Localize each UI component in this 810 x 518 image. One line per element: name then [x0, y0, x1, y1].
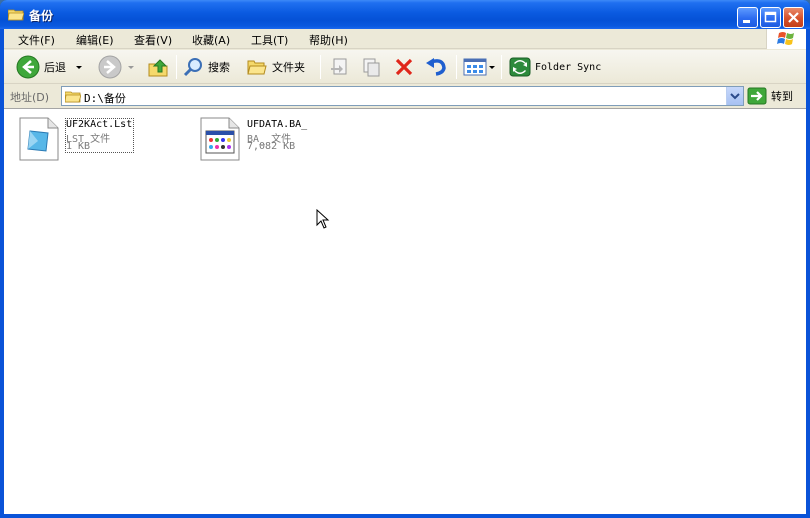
menu-edit[interactable]: 编辑(E): [76, 32, 114, 48]
folders-icon: [247, 60, 267, 75]
document-icon: [19, 117, 59, 161]
up-button[interactable]: [147, 55, 169, 79]
menu-view[interactable]: 查看(V): [134, 32, 172, 48]
move-to-icon: [331, 58, 347, 75]
views-button[interactable]: [463, 55, 496, 79]
window-title: 备份: [29, 9, 54, 23]
menu-file[interactable]: 文件(F): [18, 32, 55, 48]
menu-tools[interactable]: 工具(T): [251, 32, 288, 48]
folder-sync-icon: [509, 57, 531, 77]
maximize-icon: [764, 11, 777, 23]
explorer-window: 备份 文件(F) 编辑(E) 查看(V) 收藏(A) 工具(T) 帮助(H) 后…: [0, 0, 810, 518]
file-item[interactable]: UFDATA.BA_ BA_ 文件 7,082 KB: [199, 117, 329, 161]
undo-icon: [426, 58, 446, 76]
address-dropdown-button[interactable]: [726, 87, 743, 105]
folder-up-icon: [148, 59, 168, 77]
go-button[interactable]: 转到: [747, 86, 793, 106]
minimize-button[interactable]: [737, 7, 758, 28]
client-area: 文件(F) 编辑(E) 查看(V) 收藏(A) 工具(T) 帮助(H) 后退 搜…: [4, 29, 806, 514]
copy-to-icon: [363, 58, 380, 77]
move-to-button[interactable]: [329, 55, 351, 79]
file-name: UF2KAct.Lst: [66, 119, 133, 130]
forward-arrow-icon: [98, 55, 122, 79]
dropdown-arrow-icon[interactable]: [126, 62, 136, 72]
address-label: 地址(D): [10, 91, 50, 104]
folders-label: 文件夹: [272, 61, 305, 74]
folder-icon: [65, 91, 81, 103]
toolbar-separator: [320, 55, 321, 79]
folder-sync-label: Folder Sync: [535, 61, 602, 73]
close-icon: [788, 12, 799, 23]
folder-icon: [8, 9, 24, 21]
file-size: 7,082 KB: [247, 141, 296, 152]
delete-button[interactable]: [393, 55, 415, 79]
delete-x-icon: [395, 58, 413, 76]
menu-bar: 文件(F) 编辑(E) 查看(V) 收藏(A) 工具(T) 帮助(H): [4, 29, 806, 49]
file-item[interactable]: UF2KAct.Lst LST 文件 1 KB: [18, 117, 148, 161]
menu-help[interactable]: 帮助(H): [309, 32, 348, 48]
file-name: UFDATA.BA_: [247, 119, 308, 130]
toolbar-separator: [501, 55, 502, 79]
mouse-cursor-icon: [316, 209, 330, 229]
undo-button[interactable]: [424, 55, 448, 79]
address-input[interactable]: D:\备份: [61, 86, 744, 106]
toolbar: 后退 搜索 文件夹 Folder Sync: [4, 50, 806, 84]
views-icon: [463, 58, 487, 76]
title-bar[interactable]: 备份: [0, 0, 810, 29]
file-size: 1 KB: [66, 141, 91, 152]
toolbar-separator: [456, 55, 457, 79]
application-icon: [200, 117, 240, 161]
dropdown-arrow-icon[interactable]: [488, 62, 496, 72]
close-button[interactable]: [783, 7, 804, 28]
dropdown-arrow-icon[interactable]: [74, 62, 84, 72]
search-label: 搜索: [208, 61, 230, 74]
search-button[interactable]: 搜索: [182, 55, 230, 79]
back-arrow-icon: [16, 55, 40, 79]
back-label: 后退: [44, 61, 66, 74]
copy-to-button[interactable]: [360, 55, 382, 79]
go-label: 转到: [771, 90, 793, 103]
windows-flag-icon: [777, 32, 794, 45]
go-arrow-icon: [747, 87, 767, 105]
folder-sync-button[interactable]: Folder Sync: [509, 55, 601, 79]
address-bar: 地址(D) D:\备份 转到: [4, 85, 806, 107]
minimize-icon: [743, 20, 750, 23]
forward-button[interactable]: [98, 55, 136, 79]
back-button[interactable]: 后退: [16, 55, 84, 79]
file-list-pane[interactable]: UF2KAct.Lst LST 文件 1 KB UFDATA.BA_ BA_ 文…: [4, 108, 806, 514]
menu-favorites[interactable]: 收藏(A): [192, 32, 230, 48]
address-value: D:\备份: [84, 92, 126, 105]
folders-button[interactable]: 文件夹: [246, 55, 305, 79]
toolbar-separator: [176, 55, 177, 79]
chevron-down-icon: [730, 93, 740, 100]
maximize-button[interactable]: [760, 7, 781, 28]
search-icon: [183, 58, 202, 77]
windows-logo: [766, 29, 806, 49]
